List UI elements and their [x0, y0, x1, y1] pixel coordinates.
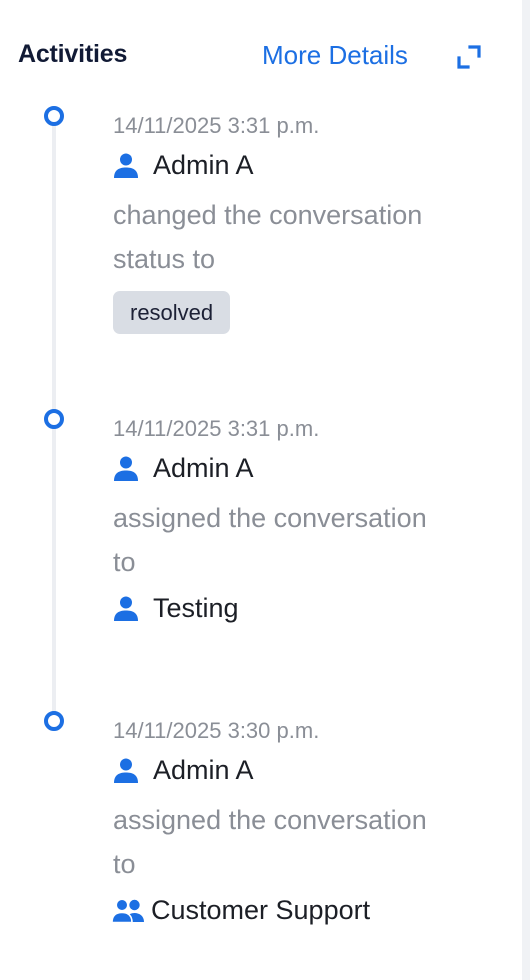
expand-icon[interactable]	[456, 44, 482, 70]
activity-description: assigned the conversation to	[113, 503, 427, 577]
activity-actor: Admin A	[113, 448, 513, 488]
actor-name: Admin A	[153, 452, 254, 483]
activity-timestamp: 14/11/2025 3:30 p.m.	[113, 718, 320, 743]
group-icon	[111, 898, 144, 923]
person-icon	[114, 153, 138, 178]
more-details-link[interactable]: More Details	[262, 40, 408, 71]
activity-item: 14/11/2025 3:31 p.m. Admin A assigned th…	[113, 414, 513, 628]
activity-description: assigned the conversation to	[113, 805, 427, 879]
activity-description: changed the conversation status to	[113, 200, 423, 274]
person-icon	[114, 596, 138, 621]
target-name: Testing	[153, 592, 239, 623]
actor-name: Admin A	[153, 754, 254, 785]
activity-actor: Admin A	[113, 145, 513, 185]
activity-item: 14/11/2025 3:30 p.m. Admin A assigned th…	[111, 716, 513, 930]
person-icon	[114, 758, 138, 783]
person-icon	[114, 456, 138, 481]
activities-panel: Activities More Details 14/11/2025 3:31 …	[0, 0, 530, 980]
activity-target: Customer Support	[111, 890, 513, 930]
panel-edge	[522, 0, 530, 980]
activity-item: 14/11/2025 3:31 p.m. Admin A changed the…	[113, 111, 513, 334]
status-badge: resolved	[113, 291, 231, 334]
actor-name: Admin A	[153, 149, 254, 180]
activity-timestamp: 14/11/2025 3:31 p.m.	[113, 113, 320, 138]
panel-title: Activities	[18, 40, 128, 68]
target-name: Customer Support	[151, 894, 371, 925]
timeline-dot	[44, 409, 64, 429]
timeline-dot	[44, 711, 64, 731]
activity-target: Testing	[113, 588, 513, 628]
activity-actor: Admin A	[113, 750, 513, 790]
activity-timestamp: 14/11/2025 3:31 p.m.	[113, 416, 320, 441]
timeline-dot	[44, 106, 64, 126]
